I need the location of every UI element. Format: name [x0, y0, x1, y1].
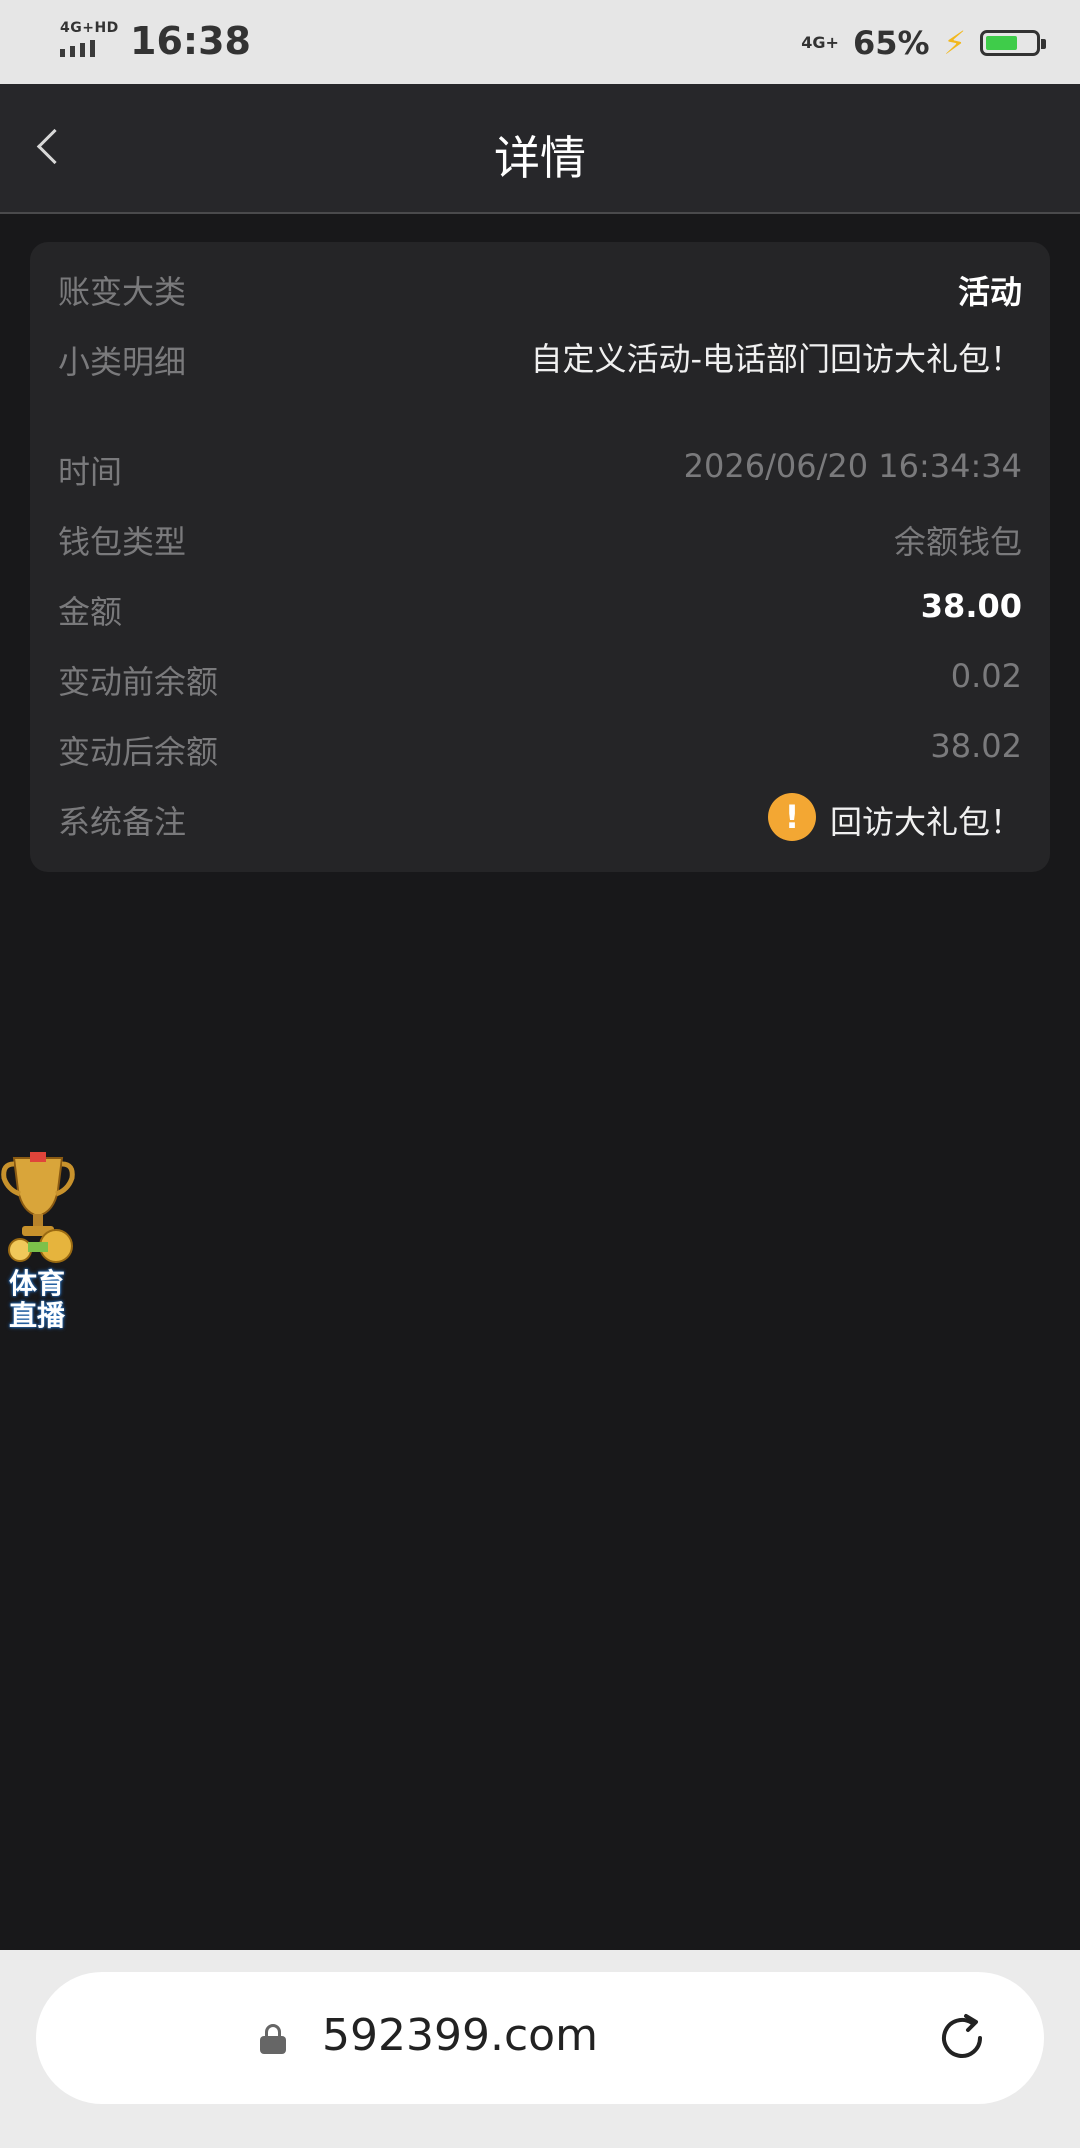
- time-value: 2026/06/20 16:34:34: [683, 447, 1022, 485]
- balance-before-value: 0.02: [950, 657, 1022, 695]
- category-value: 活动: [957, 273, 1022, 311]
- remark-container: ! 回访大礼包！: [767, 793, 1022, 843]
- balance-before-label: 变动前余额: [58, 663, 219, 701]
- badge-text-line2: 直播: [8, 1299, 65, 1332]
- battery-percent: 65%: [852, 24, 930, 62]
- amount-value: 38.00: [920, 587, 1022, 625]
- subcategory-label: 小类明细: [58, 343, 187, 381]
- charging-icon: ⚡: [943, 24, 966, 62]
- sports-live-floating-button[interactable]: 体育 直播: [0, 1150, 76, 1336]
- transaction-detail-card: 账变大类 活动 小类明细 自定义活动-电话部门回访大礼包！ 时间 2026/06…: [30, 242, 1050, 872]
- wallet-label: 钱包类型: [58, 523, 187, 561]
- category-label: 账变大类: [58, 273, 187, 311]
- remark-label: 系统备注: [58, 803, 187, 841]
- browser-bottom-bar: 592399.com: [0, 1950, 1080, 2148]
- wallet-value: 余额钱包: [893, 523, 1022, 561]
- badge-text: 体育 直播: [2, 1268, 72, 1332]
- top-navigation-bar: 详情: [0, 84, 1080, 214]
- clock: 16:38: [130, 19, 251, 63]
- balance-after-value: 38.02: [930, 727, 1022, 765]
- amount-label: 金额: [58, 593, 123, 631]
- lock-icon: [260, 2024, 286, 2054]
- address-bar[interactable]: 592399.com: [36, 1972, 1044, 2104]
- badge-text-line1: 体育: [8, 1267, 65, 1300]
- network-type-left: 4G+HD: [60, 20, 119, 36]
- status-bar: 4G+HD 16:38 4G+ 65% ⚡: [0, 0, 1080, 84]
- time-label: 时间: [58, 453, 123, 491]
- subcategory-value: 自定义活动-电话部门回访大礼包！: [530, 340, 1022, 378]
- signal-indicator: 4G+HD: [58, 20, 118, 60]
- battery-icon: [980, 30, 1046, 56]
- url-text[interactable]: 592399.com: [322, 2010, 598, 2061]
- page-title: 详情: [494, 131, 586, 185]
- trophy-icon: [1, 1152, 75, 1263]
- warning-icon: !: [767, 793, 816, 841]
- signal-bars-icon: [60, 40, 95, 57]
- remark-value: 回访大礼包！: [829, 803, 1022, 841]
- balance-after-label: 变动后余额: [58, 733, 219, 771]
- network-type-right: 4G+: [801, 33, 839, 52]
- reload-icon[interactable]: [932, 2008, 992, 2068]
